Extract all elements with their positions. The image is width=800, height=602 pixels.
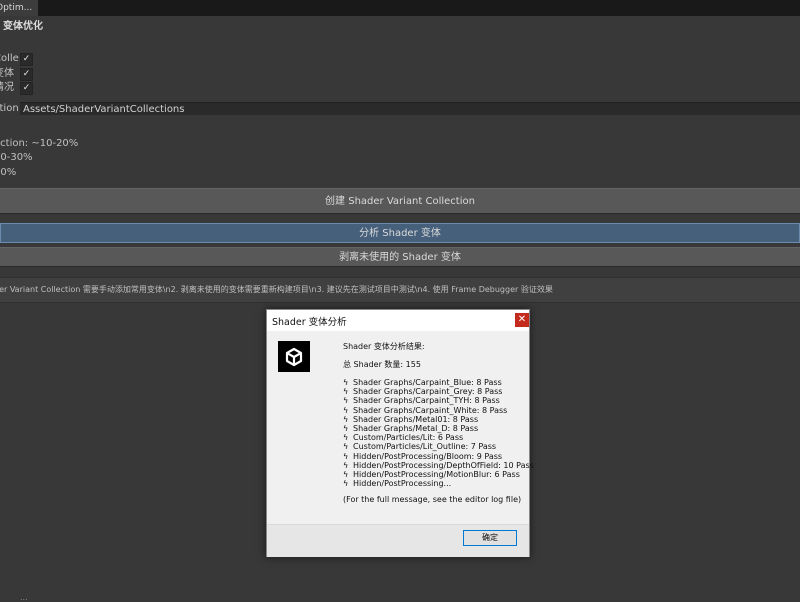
- list-item: ϟ Shader Graphs/Carpaint_Grey: 8 Pass: [343, 387, 534, 396]
- list-item-text: Shader Graphs/Carpaint_TYH: 8 Pass: [353, 396, 500, 406]
- list-item: ϟ Shader Graphs/Carpaint_TYH: 8 Pass: [343, 396, 534, 405]
- unity-logo-icon: [278, 341, 310, 372]
- list-item: ϟ Custom/Particles/Lit_Outline: 7 Pass: [343, 442, 534, 451]
- shader-analysis-dialog: Shader 变体分析 ✕ Shader 变体分析结果: 总 Shader 数量…: [266, 309, 534, 557]
- lightning-bolt-icon: ϟ: [343, 414, 349, 424]
- dialog-footer: 确定: [267, 524, 529, 557]
- list-item-text: Hidden/PostProcessing/MotionBlur: 6 Pass: [353, 470, 520, 480]
- checkmark-icon: ✓: [22, 83, 31, 93]
- list-item: ϟ Shader Graphs/Metal01: 8 Pass: [343, 415, 534, 424]
- unity-cube-icon: [285, 347, 303, 366]
- list-item-text: Hidden/PostProcessing/Bloom: 9 Pass: [353, 451, 503, 461]
- lightning-bolt-icon: ϟ: [343, 451, 349, 461]
- dialog-heading: Shader 变体分析结果:: [343, 342, 425, 351]
- list-item-text: Custom/Particles/Lit_Outline: 7 Pass: [353, 442, 497, 452]
- list-item-text: Hidden/PostProcessing...: [353, 479, 452, 489]
- list-item-text: Custom/Particles/Lit: 6 Pass: [353, 433, 464, 443]
- lightning-bolt-icon: ϟ: [343, 387, 349, 397]
- tab-label: Optim...: [0, 3, 33, 13]
- lightning-bolt-icon: ϟ: [343, 470, 349, 480]
- analyze-shader-variants-button[interactable]: 分析 Shader 变体: [0, 223, 800, 243]
- list-item-text: Shader Graphs/Carpaint_Blue: 8 Pass: [353, 378, 502, 387]
- lightning-bolt-icon: ϟ: [343, 442, 349, 452]
- list-item-text: Shader Graphs/Carpaint_Grey: 8 Pass: [353, 387, 503, 397]
- checkbox-status[interactable]: ✓: [20, 82, 33, 95]
- section-title-text: 变体优化: [3, 21, 43, 32]
- create-collection-button[interactable]: 创建 Shader Variant Collection: [0, 188, 800, 214]
- lightning-bolt-icon: ϟ: [343, 460, 349, 470]
- checkmark-icon: ✓: [22, 54, 31, 64]
- list-item: ϟ Shader Graphs/Metal_D: 8 Pass: [343, 424, 534, 433]
- dialog-title: Shader 变体分析: [272, 317, 347, 328]
- help-text: der Variant Collection 需要手动添加常用变体\n2. 剥离…: [0, 285, 553, 294]
- close-button[interactable]: ✕: [515, 313, 529, 327]
- list-item-text: Shader Graphs/Carpaint_White: 8 Pass: [353, 405, 508, 415]
- list-item-text: Shader Graphs/Metal_D: 8 Pass: [353, 424, 479, 434]
- close-icon: ✕: [517, 314, 527, 325]
- checkbox-variant[interactable]: ✓: [20, 68, 33, 81]
- collection-path-label: ction: [0, 103, 19, 114]
- list-item-text: Shader Graphs/Metal01: 8 Pass: [353, 414, 479, 424]
- list-item: ϟ Custom/Particles/Lit: 6 Pass: [343, 433, 534, 442]
- lightning-bolt-icon: ϟ: [343, 479, 349, 489]
- collection-path-row: ction Assets/ShaderVariantCollections: [0, 102, 800, 116]
- list-item: ϟ Hidden/PostProcessing/DepthOfField: 10 …: [343, 461, 534, 470]
- tab-strip: Optim...: [0, 0, 800, 16]
- tab-optimizer[interactable]: Optim...: [0, 0, 40, 16]
- estimate-line: 20-30%: [0, 152, 33, 163]
- dialog-footer-note: (For the full message, see the editor lo…: [343, 495, 522, 504]
- list-item: ϟ Hidden/PostProcessing...: [343, 479, 534, 488]
- help-box: der Variant Collection 需要手动添加常用变体\n2. 剥离…: [0, 277, 800, 303]
- list-item: ϟ Hidden/PostProcessing/MotionBlur: 6 Pas…: [343, 470, 534, 479]
- list-item-text: Hidden/PostProcessing/DepthOfField: 10 P…: [353, 460, 534, 470]
- list-item: ϟ Shader Graphs/Carpaint_White: 8 Pass: [343, 406, 534, 415]
- toggle-label: 情况: [0, 82, 14, 93]
- toggle-label: Colle: [0, 53, 19, 64]
- shader-list: ϟ Shader Graphs/Carpaint_Blue: 8 Pass ϟ Sh…: [343, 378, 534, 488]
- checkmark-icon: ✓: [22, 69, 31, 79]
- toggle-label: 变体: [0, 68, 14, 79]
- lightning-bolt-icon: ϟ: [343, 405, 349, 415]
- collection-path-input[interactable]: Assets/ShaderVariantCollections: [20, 102, 800, 115]
- dialog-total: 总 Shader 数量: 155: [343, 360, 421, 369]
- lightning-bolt-icon: ϟ: [343, 396, 349, 406]
- strip-unused-variants-button[interactable]: 剥离未使用的 Shader 变体: [0, 247, 800, 267]
- checkbox-collection[interactable]: ✓: [20, 53, 33, 66]
- dialog-titlebar[interactable]: Shader 变体分析 ✕: [267, 310, 529, 331]
- dialog-body: Shader 变体分析结果: 总 Shader 数量: 155 ϟ Shader …: [267, 331, 534, 524]
- list-item: ϟ Hidden/PostProcessing/Bloom: 9 Pass: [343, 452, 534, 461]
- estimate-line: 50%: [0, 167, 17, 178]
- list-item: ϟ Shader Graphs/Carpaint_Blue: 8 Pass: [343, 378, 534, 387]
- bottom-status-text: ...: [20, 593, 28, 602]
- ok-button[interactable]: 确定: [463, 530, 517, 546]
- lightning-bolt-icon: ϟ: [343, 433, 349, 443]
- lightning-bolt-icon: ϟ: [343, 424, 349, 434]
- lightning-bolt-icon: ϟ: [343, 378, 349, 387]
- estimate-line: ection: ~10-20%: [0, 138, 79, 149]
